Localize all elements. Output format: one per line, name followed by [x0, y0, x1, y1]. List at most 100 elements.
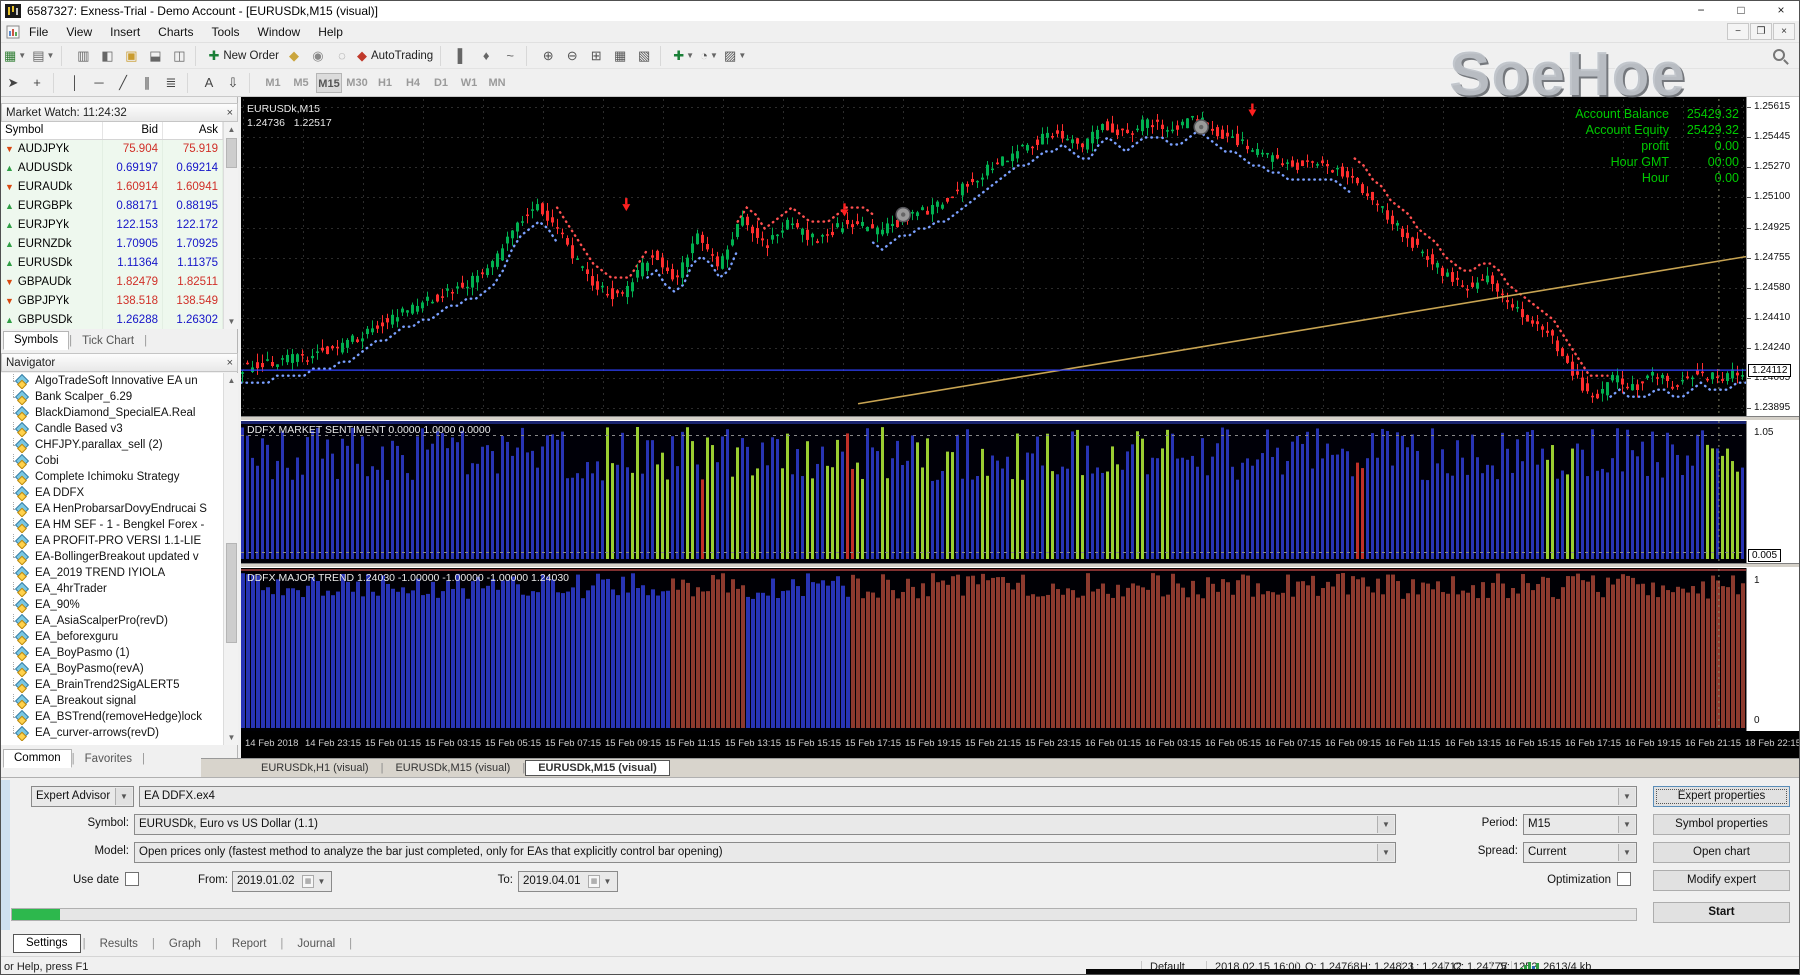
mql5-community-icon[interactable]: ◉	[306, 45, 330, 67]
candlestick-chart-icon[interactable]: ♦	[474, 45, 498, 67]
market-watch-row[interactable]: ▼GBPJPYk138.518138.549	[1, 291, 223, 310]
zoom-out-icon[interactable]: ⊖	[560, 45, 584, 67]
strategy-tester-icon[interactable]: ◫	[167, 45, 191, 67]
data-window-icon[interactable]: ◧	[95, 45, 119, 67]
profiles-icon[interactable]: ▤▼	[29, 45, 57, 67]
optimization-checkbox[interactable]	[1617, 872, 1631, 886]
tab-favorites[interactable]: Favorites	[75, 751, 142, 768]
text-label-icon[interactable]: A	[197, 72, 221, 94]
market-watch-row[interactable]: ▲EURGBPk0.881710.88195	[1, 196, 223, 215]
column-header-bid[interactable]: Bid	[103, 122, 163, 139]
market-watch-row[interactable]: ▼GBPAUDk1.824791.82511	[1, 272, 223, 291]
navigator-item[interactable]: Cobi	[1, 453, 223, 469]
menu-insert[interactable]: Insert	[101, 22, 149, 42]
tab-common[interactable]: Common	[3, 749, 72, 768]
bar-chart-icon[interactable]: ▌	[450, 45, 474, 67]
market-watch-row[interactable]: ▲AUDUSDk0.691970.69214	[1, 158, 223, 177]
tab-symbols[interactable]: Symbols	[3, 331, 69, 350]
cascade-windows-icon[interactable]: ▦	[608, 45, 632, 67]
symbol-select[interactable]: EURUSDk, Euro vs US Dollar (1.1)▼	[134, 814, 1396, 835]
expert-advisor-select[interactable]: EA DDFX.ex4▼	[139, 786, 1637, 807]
menu-tools[interactable]: Tools	[203, 22, 249, 42]
tester-mode-select[interactable]: Expert Advisor▼	[31, 786, 134, 807]
market-watch-close-icon[interactable]: ×	[227, 107, 233, 119]
navigator-item[interactable]: EA_4hrTrader	[1, 581, 223, 597]
navigator-item[interactable]: BlackDiamond_SpecialEA.Real	[1, 405, 223, 421]
indicators-icon[interactable]: ✚▼	[670, 45, 697, 67]
mdi-minimize-button[interactable]: −	[1727, 23, 1749, 40]
chart-tab-2[interactable]: EURUSDk,M15 (visual)	[383, 761, 522, 775]
to-date-field[interactable]: 2019.04.01▦▼	[518, 871, 618, 892]
spread-select[interactable]: Current▼	[1523, 842, 1637, 863]
from-date-field[interactable]: 2019.01.02▦▼	[232, 871, 332, 892]
metaeditor-icon[interactable]: ◆	[282, 45, 306, 67]
close-button[interactable]: ×	[1761, 1, 1800, 21]
navigator-item[interactable]: Candle Based v3	[1, 421, 223, 437]
navigator-item[interactable]: EA HM SEF - 1 - Bengkel Forex -	[1, 517, 223, 533]
expert-properties-button[interactable]: Expert properties	[1653, 786, 1790, 807]
cursor-icon[interactable]: ➤	[1, 72, 25, 94]
navigator-close-icon[interactable]: ×	[227, 357, 233, 369]
autotrading-icon[interactable]: ◆AutoTrading	[354, 45, 436, 67]
tester-tab-graph[interactable]: Graph	[157, 936, 213, 953]
tester-tab-report[interactable]: Report	[220, 936, 279, 953]
timeframe-W1[interactable]: W1	[456, 73, 482, 93]
templates-icon[interactable]: ▨▼	[721, 45, 749, 67]
timeframe-M1[interactable]: M1	[260, 73, 286, 93]
main-price-chart[interactable]	[241, 99, 1746, 416]
column-header-ask[interactable]: Ask	[163, 122, 223, 139]
mdi-close-button[interactable]: ×	[1773, 23, 1795, 40]
window-separator-2[interactable]	[241, 563, 1800, 568]
market-watch-scrollbar[interactable]: ▲ ▼	[223, 122, 238, 329]
menu-help[interactable]: Help	[309, 22, 352, 42]
arrange-windows-icon[interactable]: ▧	[632, 45, 656, 67]
start-button[interactable]: Start	[1653, 902, 1790, 923]
menu-view[interactable]: View	[57, 22, 101, 42]
trendline-icon[interactable]: ╱	[111, 72, 135, 94]
navigator-item[interactable]: EA_BoyPasmo (1)	[1, 645, 223, 661]
market-watch-row[interactable]: ▼AUDJPYk75.90475.919	[1, 139, 223, 158]
navigator-item[interactable]: EA_BSTrend(removeHedge)lock	[1, 709, 223, 725]
navigator-item[interactable]: EA_curver-arrows(revD)	[1, 725, 223, 741]
horizontal-line-icon[interactable]: ─	[87, 72, 111, 94]
tester-grip[interactable]	[1, 780, 10, 930]
arrows-tool-icon[interactable]: ⇩	[221, 72, 245, 94]
navigator-item[interactable]: EA_beforexguru	[1, 629, 223, 645]
indicator-market-sentiment[interactable]	[241, 421, 1746, 563]
navigator-item[interactable]: EA_Breakout signal	[1, 693, 223, 709]
line-chart-icon[interactable]: ~	[498, 45, 522, 67]
market-watch-icon[interactable]: ▥	[71, 45, 95, 67]
navigator-item[interactable]: Bank Scalper_6.29	[1, 389, 223, 405]
timeframe-M5[interactable]: M5	[288, 73, 314, 93]
navigator-item[interactable]: EA_AsiaScalperPro(revD)	[1, 613, 223, 629]
open-chart-button[interactable]: Open chart	[1653, 842, 1790, 863]
navigator-item[interactable]: AlgoTradeSoft Innovative EA un	[1, 373, 223, 389]
minimize-button[interactable]: −	[1681, 1, 1721, 21]
zoom-in-icon[interactable]: ⊕	[536, 45, 560, 67]
search-icon[interactable]	[1773, 49, 1785, 61]
equidistant-channel-icon[interactable]: ∥	[135, 72, 159, 94]
periods-icon[interactable]: ◔▼	[697, 45, 721, 67]
window-separator[interactable]	[241, 416, 1800, 421]
period-select[interactable]: M15▼	[1523, 814, 1637, 835]
vertical-line-icon[interactable]: │	[63, 72, 87, 94]
navigator-item[interactable]: Complete Ichimoku Strategy	[1, 469, 223, 485]
fibonacci-icon[interactable]: ≣	[159, 72, 183, 94]
tab-tick-chart[interactable]: Tick Chart	[72, 333, 144, 350]
time-axis[interactable]: 14 Feb 201814 Feb 23:1515 Feb 01:1515 Fe…	[241, 731, 1800, 758]
new-order-icon[interactable]: ✚New Order	[205, 45, 282, 67]
crosshair-icon[interactable]: +	[25, 72, 49, 94]
navigator-item[interactable]: EA PROFIT-PRO VERSI 1.1-LIE	[1, 533, 223, 549]
market-watch-row[interactable]: ▲EURJPYk122.153122.172	[1, 215, 223, 234]
chart-tab-1[interactable]: EURUSDk,H1 (visual)	[249, 761, 381, 775]
navigator-item[interactable]: EA_2019 TREND IYIOLA	[1, 565, 223, 581]
navigator-item[interactable]: EA_90%	[1, 597, 223, 613]
tester-tab-settings[interactable]: Settings	[13, 934, 81, 953]
use-date-checkbox[interactable]	[125, 872, 139, 886]
mdi-restore-button[interactable]: ❐	[1750, 23, 1772, 40]
terminal-icon[interactable]: ⬓	[143, 45, 167, 67]
navigator-item[interactable]: EA_BrainTrend2SigALERT5	[1, 677, 223, 693]
chart-tab-3[interactable]: EURUSDk,M15 (visual)	[525, 760, 670, 776]
market-watch-row[interactable]: ▲EURNZDk1.709051.70925	[1, 234, 223, 253]
timeframe-H4[interactable]: H4	[400, 73, 426, 93]
